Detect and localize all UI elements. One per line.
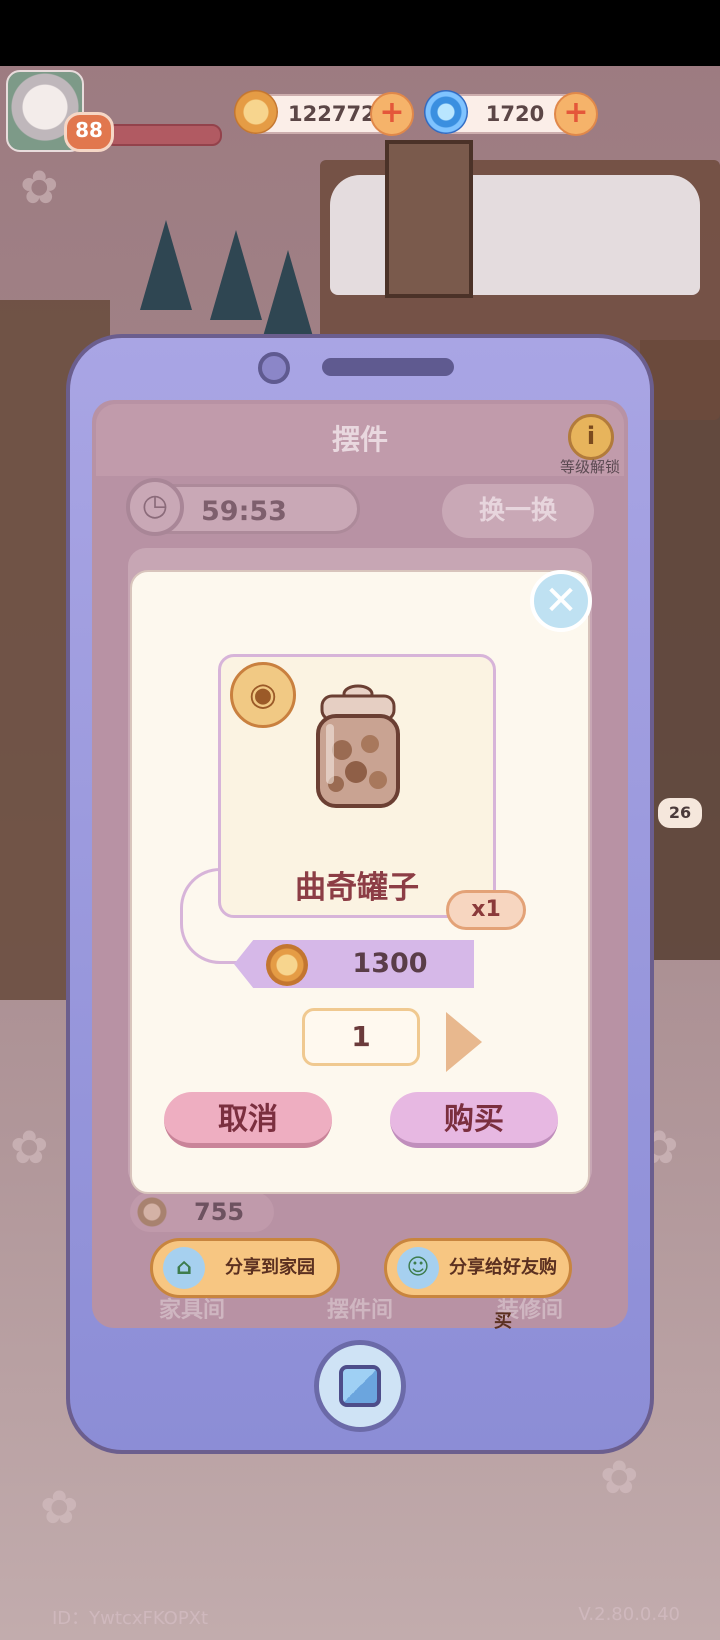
purchase-price: 1300 xyxy=(352,948,428,979)
plus-icon: + xyxy=(563,95,589,130)
player-id: ID：YwtcxFKOPXt xyxy=(52,1608,209,1629)
player-level-badge: 88 xyxy=(64,112,114,152)
coin-counter: 122772 + xyxy=(234,90,414,136)
coin-amount: 122772 xyxy=(288,102,376,126)
refresh-button[interactable]: 换一换 xyxy=(442,484,594,538)
cancel-button[interactable]: 取消 xyxy=(164,1092,332,1148)
share-to-home-button[interactable]: ⌂ 分享到家园 xyxy=(150,1238,340,1298)
buy-button[interactable]: 购买 xyxy=(390,1092,558,1148)
flower-decoration: ✿ xyxy=(40,1480,79,1534)
item-price: 755 xyxy=(194,1198,245,1226)
experience-bar xyxy=(104,124,222,146)
phone-camera xyxy=(258,352,290,384)
swirl-gem-icon xyxy=(424,90,468,134)
gem-counter: 1720 + xyxy=(424,90,598,136)
item-price-chip: 755 xyxy=(130,1192,274,1232)
pine-tree xyxy=(140,220,192,310)
info-icon[interactable]: i xyxy=(568,414,614,460)
share-to-home-label: 分享到家园 xyxy=(225,1257,315,1278)
chimney xyxy=(385,140,473,298)
add-gems-button[interactable]: + xyxy=(554,92,598,136)
level-unlock-label: 等级解锁 xyxy=(559,458,620,476)
flower-decoration: ✿ xyxy=(10,1120,49,1174)
eye-icon[interactable]: ◉ xyxy=(230,662,296,728)
add-coins-button[interactable]: + xyxy=(370,92,414,136)
phone-speaker xyxy=(322,358,454,376)
plus-icon: + xyxy=(379,95,405,130)
close-icon[interactable]: ✕ xyxy=(530,570,592,632)
flower-decoration: ✿ xyxy=(600,1450,639,1504)
quantity-badge: x1 xyxy=(446,890,526,930)
coin-icon xyxy=(136,1196,168,1228)
side-badge[interactable]: 26 xyxy=(658,798,702,828)
home-square-icon xyxy=(339,1365,381,1407)
share-to-friend-button[interactable]: ☺ 分享给好友购买 xyxy=(384,1238,572,1332)
status-bar xyxy=(0,0,720,66)
cookie-jar-icon xyxy=(316,684,400,808)
coin-icon xyxy=(234,90,278,134)
quantity-field[interactable]: 1 xyxy=(302,1008,420,1066)
arrow-right-icon[interactable] xyxy=(446,1012,482,1072)
share-icon: ⌂ xyxy=(163,1247,205,1289)
share-to-friend-label: 分享给好友购买 xyxy=(449,1257,557,1332)
share-icon: ☺ xyxy=(397,1247,439,1289)
phone-home-button[interactable] xyxy=(314,1340,406,1432)
flower-decoration: ✿ xyxy=(20,160,59,214)
pine-tree xyxy=(210,230,262,320)
pine-tree xyxy=(262,250,314,340)
version-label: V.2.80.0.40 xyxy=(578,1604,680,1625)
coin-icon xyxy=(266,944,308,986)
gem-amount: 1720 xyxy=(485,102,545,126)
clock-icon: ◷ xyxy=(126,478,184,536)
